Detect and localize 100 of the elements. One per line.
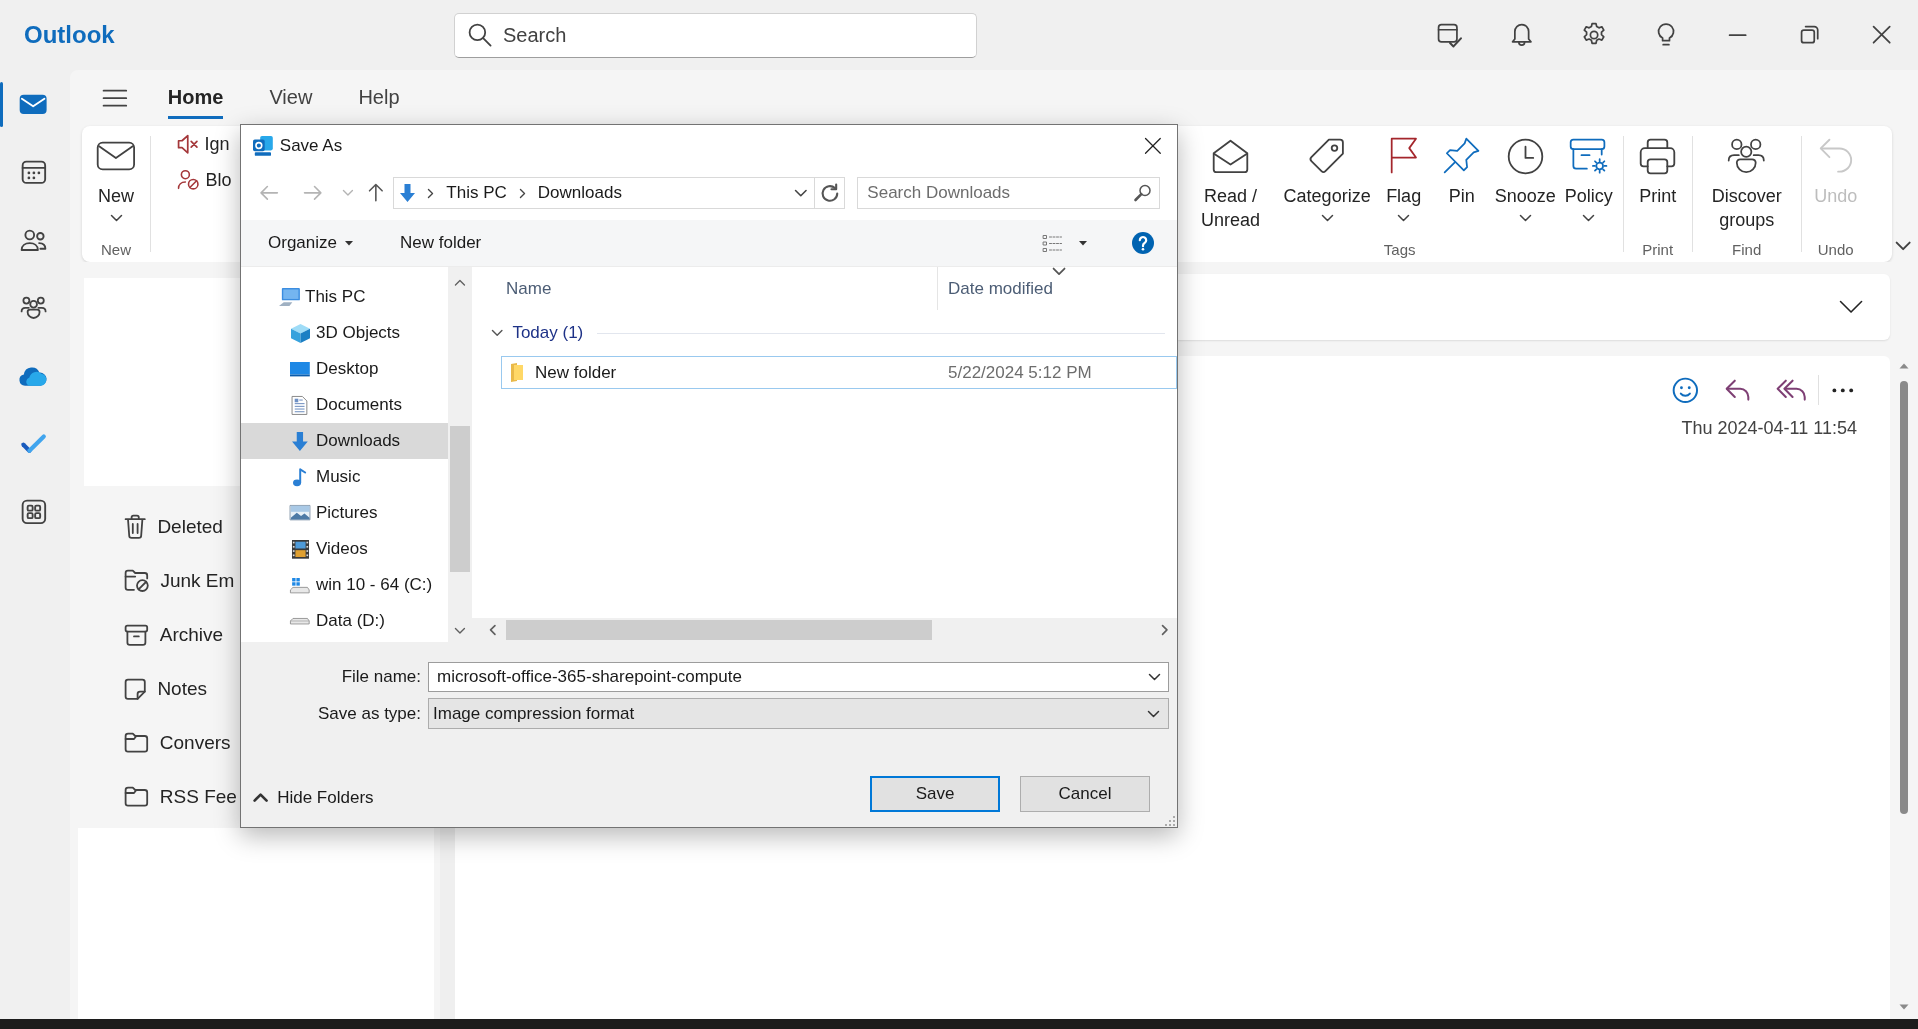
close-icon[interactable]	[1145, 137, 1161, 154]
search-field[interactable]: Search Downloads	[857, 177, 1161, 209]
chevron-down-icon[interactable]	[1149, 674, 1160, 680]
field-label: File name:	[341, 667, 421, 687]
help-icon[interactable]	[1132, 232, 1154, 254]
column-header[interactable]: Date modified	[938, 267, 1053, 310]
chevron-right-icon[interactable]	[428, 188, 434, 198]
reply-arrow-icon[interactable]	[1726, 379, 1749, 401]
file-row[interactable]: New folder 5/22/2024 5:12 PM	[501, 356, 1177, 389]
archive-gear-icon	[1570, 138, 1608, 174]
folder-icon	[511, 363, 523, 382]
folder-item[interactable]: Deleted	[125, 500, 223, 554]
breadcrumb[interactable]: Downloads	[537, 183, 622, 203]
ribbon-button[interactable]: Ign	[178, 126, 232, 162]
chevron-down-icon[interactable]	[794, 189, 807, 197]
file-name: New folder	[535, 362, 617, 383]
close-icon[interactable]	[1873, 26, 1891, 44]
toolbar-button[interactable]: New folder	[392, 227, 490, 259]
nav-tree-item[interactable]: Documents	[241, 387, 448, 423]
dialog-button[interactable]: Save	[870, 776, 1000, 812]
view-options-icon[interactable]	[1043, 234, 1062, 252]
chevron-right-icon[interactable]	[1161, 625, 1167, 635]
caret-down-icon[interactable]	[1079, 240, 1087, 246]
chevron-left-icon[interactable]	[490, 625, 496, 635]
menu-icon[interactable]	[103, 89, 127, 107]
breadcrumb[interactable]: This PC	[446, 183, 507, 203]
chevron-down-icon[interactable]	[1895, 242, 1910, 250]
nav-tree-item[interactable]: Data (D:)	[241, 603, 448, 639]
restore-icon[interactable]	[1801, 26, 1819, 44]
ribbon-button[interactable]: Discover groups	[1697, 138, 1796, 232]
scrollbar-thumb[interactable]	[450, 426, 470, 573]
up-arrow-icon[interactable]	[368, 184, 383, 202]
nav-tree-item[interactable]: Downloads	[241, 423, 448, 459]
chevron-down-icon	[110, 215, 122, 221]
chevron-up-icon[interactable]	[455, 280, 465, 286]
nav-tree-item[interactable]: Desktop	[241, 351, 448, 387]
folder-item[interactable]: Junk Em	[125, 554, 235, 608]
reply-all-arrow-icon[interactable]	[1777, 379, 1806, 401]
ribbon-button[interactable]: New	[87, 138, 145, 221]
search-icon	[469, 23, 492, 46]
dialog-button[interactable]: Cancel	[1020, 776, 1150, 812]
smiley-icon[interactable]	[1673, 377, 1698, 403]
file-type-dropdown[interactable]: Image compression format	[428, 698, 1169, 729]
ribbon-button[interactable]: Snooze	[1490, 138, 1560, 221]
ribbon-button[interactable]: Policy	[1559, 138, 1618, 221]
scrollbar[interactable]	[448, 267, 472, 642]
hide-folders-button[interactable]: Hide Folders	[254, 788, 374, 808]
ribbon-button[interactable]: Pin	[1432, 138, 1491, 208]
folder-icon	[125, 733, 148, 753]
calendar-check-icon[interactable]	[1437, 23, 1463, 47]
ribbon-button[interactable]: Print	[1628, 138, 1687, 208]
nav-tree-item[interactable]: Videos	[241, 531, 448, 567]
download-arrow-icon	[292, 431, 308, 451]
scroll-down-icon[interactable]	[1899, 1004, 1909, 1010]
note-icon	[125, 678, 146, 700]
ribbon-button[interactable]: Read / Unread	[1181, 138, 1280, 232]
group-header[interactable]: Today (1)	[472, 310, 1177, 356]
resize-grip-icon[interactable]	[1165, 816, 1175, 826]
speaker-x-icon	[178, 134, 198, 154]
sort-indicator-icon	[1053, 268, 1066, 275]
date-modified: 5/22/2024 5:12 PM	[948, 362, 1092, 383]
address-bar[interactable]: This PC Downloads	[393, 177, 816, 209]
ribbon-button[interactable]: Blo	[178, 162, 232, 198]
search-field[interactable]: Search	[454, 12, 977, 58]
ribbon-button[interactable]: Flag	[1374, 138, 1433, 221]
download-arrow-icon	[400, 184, 416, 202]
people-icon	[21, 229, 46, 251]
file-name-field[interactable]: microsoft-office-365-sharepoint-compute	[428, 662, 1169, 692]
scrollbar-thumb[interactable]	[505, 620, 932, 640]
scrollbar-thumb[interactable]	[1900, 381, 1908, 814]
lightbulb-icon[interactable]	[1657, 24, 1675, 46]
field-label: Save as type:	[318, 703, 421, 724]
undo-icon	[1819, 139, 1852, 173]
ribbon-tab[interactable]: Help	[358, 77, 400, 119]
folder-item[interactable]: Notes	[125, 662, 208, 716]
bell-icon[interactable]	[1512, 24, 1532, 46]
people-group-icon	[20, 297, 47, 319]
folder-item[interactable]: Convers	[125, 716, 231, 770]
column-header[interactable]: Name	[472, 267, 938, 310]
ribbon-tab[interactable]: View	[269, 77, 313, 119]
ribbon-button[interactable]: Categorize	[1279, 138, 1375, 221]
caret-up-icon	[254, 794, 268, 802]
scrollbar[interactable]	[472, 618, 1177, 642]
people-group-icon	[1728, 139, 1765, 173]
folder-item[interactable]: RSS Fee	[125, 770, 237, 824]
nav-tree-item[interactable]: win 10 - 64 (C:)	[241, 567, 448, 603]
nav-tree-item[interactable]: Pictures	[241, 495, 448, 531]
nav-tree-item[interactable]: 3D Objects	[241, 315, 448, 351]
more-icon[interactable]	[1832, 387, 1854, 393]
scroll-up-icon[interactable]	[1899, 363, 1909, 369]
nav-tree-item[interactable]: Music	[241, 459, 448, 495]
minimize-icon[interactable]	[1729, 33, 1747, 37]
ribbon-tab[interactable]: Home	[167, 77, 224, 119]
chevron-right-icon[interactable]	[519, 188, 525, 198]
chevron-down-icon[interactable]	[1839, 301, 1862, 313]
refresh-button[interactable]	[815, 177, 846, 209]
grid-icon	[21, 500, 46, 524]
folder-item[interactable]: Archive	[125, 608, 224, 662]
nav-tree-item[interactable]: This PC	[241, 279, 448, 315]
toolbar-button[interactable]: Organize	[260, 227, 361, 259]
